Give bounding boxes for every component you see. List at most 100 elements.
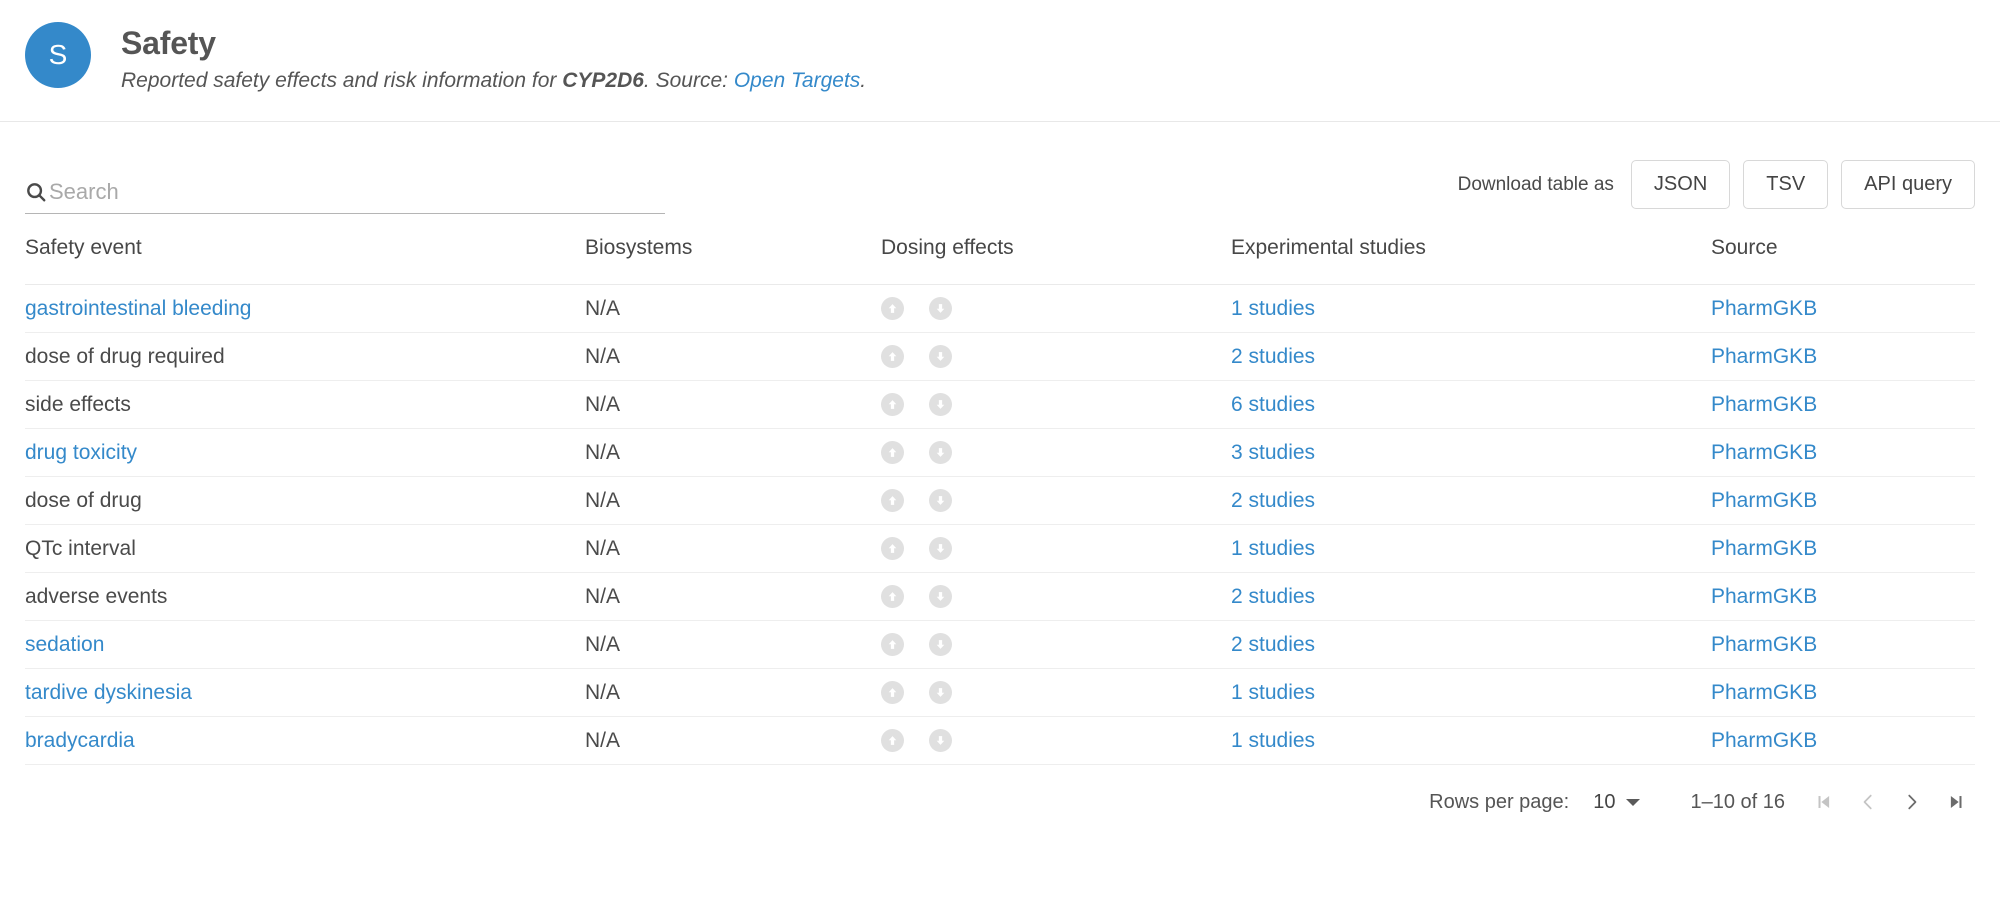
dosing-increase-badge[interactable] <box>881 633 904 656</box>
open-targets-link[interactable]: Open Targets <box>734 69 860 92</box>
source-link[interactable]: PharmGKB <box>1711 441 1817 464</box>
table-row: tardive dyskinesia N/A 1 studies PharmGKB <box>25 668 1975 717</box>
table-header-row: Safety event Biosystems Dosing effects E… <box>25 214 1975 285</box>
dosing-increase-badge[interactable] <box>881 537 904 560</box>
cell-dosing-effects <box>881 620 1231 669</box>
cell-experimental-studies: 1 studies <box>1231 524 1711 573</box>
column-header-biosystems[interactable]: Biosystems <box>585 214 881 285</box>
safety-event-label[interactable]: drug toxicity <box>25 441 137 464</box>
cell-dosing-effects <box>881 668 1231 717</box>
dosing-decrease-badge[interactable] <box>929 441 952 464</box>
cell-biosystems: N/A <box>585 428 881 477</box>
experimental-studies-link[interactable]: 1 studies <box>1231 537 1315 560</box>
chevron-down-icon <box>1626 798 1641 806</box>
dosing-decrease-badge[interactable] <box>929 345 952 368</box>
search-field-wrapper[interactable] <box>25 179 665 214</box>
previous-page-button[interactable] <box>1846 787 1890 817</box>
dosing-increase-badge[interactable] <box>881 393 904 416</box>
source-link[interactable]: PharmGKB <box>1711 297 1817 320</box>
subtitle-suffix: . <box>860 69 867 93</box>
cell-safety-event: drug toxicity <box>25 428 585 477</box>
source-link[interactable]: PharmGKB <box>1711 585 1817 608</box>
pagination-bar: Rows per page: 10 1–10 of 16 <box>0 765 2000 817</box>
table-row: bradycardia N/A 1 studies PharmGKB <box>25 716 1975 765</box>
column-header-experimental-studies[interactable]: Experimental studies <box>1231 214 1711 285</box>
last-page-button[interactable] <box>1934 787 1978 817</box>
table-container: Safety event Biosystems Dosing effects E… <box>0 214 2000 765</box>
arrow-up-icon <box>888 592 897 601</box>
dosing-effects-group <box>881 489 1231 512</box>
dosing-decrease-badge[interactable] <box>929 585 952 608</box>
cell-source: PharmGKB <box>1711 716 1975 765</box>
arrow-up-icon <box>888 496 897 505</box>
next-page-button[interactable] <box>1890 787 1934 817</box>
avatar-letter: S <box>48 39 68 70</box>
experimental-studies-link[interactable]: 2 studies <box>1231 633 1315 656</box>
source-link[interactable]: PharmGKB <box>1711 633 1817 656</box>
dosing-decrease-badge[interactable] <box>929 633 952 656</box>
dosing-decrease-badge[interactable] <box>929 729 952 752</box>
dosing-decrease-badge[interactable] <box>929 681 952 704</box>
table-body: gastrointestinal bleeding N/A 1 studies Pha… <box>25 284 1975 765</box>
pagination-range-label: 1–10 of 16 <box>1690 790 1785 813</box>
dosing-decrease-badge[interactable] <box>929 393 952 416</box>
experimental-studies-link[interactable]: 1 studies <box>1231 681 1315 704</box>
search-input[interactable] <box>49 179 665 204</box>
experimental-studies-link[interactable]: 1 studies <box>1231 297 1315 320</box>
dosing-increase-badge[interactable] <box>881 345 904 368</box>
safety-event-label[interactable]: bradycardia <box>25 729 135 752</box>
safety-event-label: side effects <box>25 392 131 416</box>
column-header-dosing-effects[interactable]: Dosing effects <box>881 214 1231 285</box>
cell-dosing-effects <box>881 716 1231 765</box>
last-page-icon <box>1950 796 1962 808</box>
source-link[interactable]: PharmGKB <box>1711 537 1817 560</box>
api-query-button[interactable]: API query <box>1841 160 1975 209</box>
table-row: QTc interval N/A 1 studies PharmGKB <box>25 524 1975 573</box>
experimental-studies-link[interactable]: 1 studies <box>1231 729 1315 752</box>
column-header-source[interactable]: Source <box>1711 214 1975 285</box>
dosing-effects-group <box>881 393 1231 416</box>
dosing-increase-badge[interactable] <box>881 681 904 704</box>
source-link[interactable]: PharmGKB <box>1711 729 1817 752</box>
first-page-button[interactable] <box>1802 787 1846 817</box>
cell-dosing-effects <box>881 524 1231 573</box>
arrow-up-icon <box>888 400 897 409</box>
experimental-studies-link[interactable]: 3 studies <box>1231 441 1315 464</box>
download-json-button[interactable]: JSON <box>1630 160 1731 209</box>
dosing-decrease-badge[interactable] <box>929 489 952 512</box>
cell-biosystems: N/A <box>585 572 881 621</box>
safety-event-label[interactable]: tardive dyskinesia <box>25 681 192 704</box>
safety-event-label[interactable]: gastrointestinal bleeding <box>25 297 252 320</box>
arrow-up-icon <box>888 640 897 649</box>
dosing-increase-badge[interactable] <box>881 489 904 512</box>
source-link[interactable]: PharmGKB <box>1711 489 1817 512</box>
source-link[interactable]: PharmGKB <box>1711 345 1817 368</box>
dosing-decrease-badge[interactable] <box>929 297 952 320</box>
cell-source: PharmGKB <box>1711 332 1975 381</box>
safety-event-label[interactable]: sedation <box>25 633 104 656</box>
source-link[interactable]: PharmGKB <box>1711 681 1817 704</box>
source-link[interactable]: PharmGKB <box>1711 393 1817 416</box>
download-controls: Download table as JSON TSV API query <box>1458 160 1975 214</box>
arrow-down-icon <box>936 544 945 553</box>
dosing-decrease-badge[interactable] <box>929 537 952 560</box>
cell-experimental-studies: 2 studies <box>1231 476 1711 525</box>
dosing-increase-badge[interactable] <box>881 441 904 464</box>
dosing-increase-badge[interactable] <box>881 297 904 320</box>
experimental-studies-link[interactable]: 6 studies <box>1231 393 1315 416</box>
column-header-safety-event[interactable]: Safety event <box>25 214 585 285</box>
experimental-studies-link[interactable]: 2 studies <box>1231 489 1315 512</box>
subtitle-middle: . Source: <box>643 69 734 93</box>
rows-per-page-select[interactable]: 10 <box>1593 791 1641 814</box>
dosing-increase-badge[interactable] <box>881 585 904 608</box>
download-tsv-button[interactable]: TSV <box>1743 160 1829 209</box>
safety-event-label: dose of drug required <box>25 344 225 368</box>
cell-dosing-effects <box>881 428 1231 477</box>
experimental-studies-link[interactable]: 2 studies <box>1231 345 1315 368</box>
arrow-up-icon <box>888 448 897 457</box>
table-toolbar: Download table as JSON TSV API query <box>0 122 2000 214</box>
experimental-studies-link[interactable]: 2 studies <box>1231 585 1315 608</box>
chevron-left-icon <box>1863 794 1872 810</box>
cell-safety-event: dose of drug <box>25 476 585 525</box>
dosing-increase-badge[interactable] <box>881 729 904 752</box>
